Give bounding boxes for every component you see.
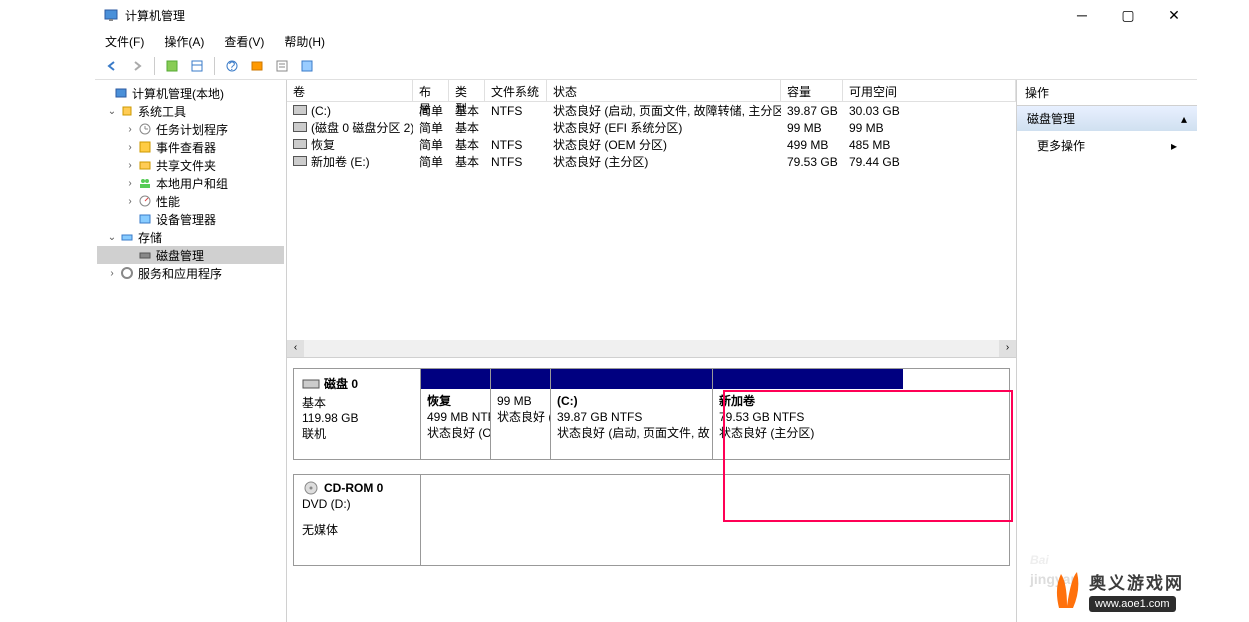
help-icon[interactable]: ? [221,55,243,77]
menu-help[interactable]: 帮助(H) [280,31,329,52]
partition[interactable]: (C:)39.87 GB NTFS状态良好 (启动, 页面文件, 故 [551,369,713,459]
volume-row[interactable]: (C:)简单基本NTFS状态良好 (启动, 页面文件, 故障转储, 主分区)39… [287,102,1016,119]
menubar: 文件(F) 操作(A) 查看(V) 帮助(H) [95,30,1197,52]
list-header: 卷 布局 类型 文件系统 状态 容量 可用空间 [287,80,1016,102]
volume-list: 卷 布局 类型 文件系统 状态 容量 可用空间 (C:)简单基本NTFS状态良好… [287,80,1016,358]
tree-storage[interactable]: ⌄存储 [97,228,284,246]
tree-sharedfolders[interactable]: ›共享文件夹 [97,156,284,174]
cdrom-empty [421,474,1010,566]
disk-view: 磁盘 0 基本 119.98 GB 联机 恢复499 MB NTFS状态良好 (… [287,358,1016,622]
svg-text:?: ? [229,59,236,73]
toolbar: ? [95,52,1197,80]
volume-row[interactable]: (磁盘 0 磁盘分区 2)简单基本状态良好 (EFI 系统分区)99 MB99 … [287,119,1016,136]
tree-performance[interactable]: ›性能 [97,192,284,210]
refresh-icon[interactable] [161,55,183,77]
horizontal-scrollbar[interactable]: ‹› [287,340,1016,357]
chevron-right-icon: ▸ [1171,139,1177,153]
window-title: 计算机管理 [125,7,1059,24]
collapse-icon: ▴ [1181,112,1187,126]
forward-button[interactable] [126,55,148,77]
maximize-button[interactable]: ▢ [1105,0,1151,30]
col-volume[interactable]: 卷 [287,80,413,101]
col-capacity[interactable]: 容量 [781,80,843,101]
col-status[interactable]: 状态 [547,80,781,101]
col-fs[interactable]: 文件系统 [485,80,547,101]
col-type[interactable]: 类型 [449,80,485,101]
partition[interactable]: 恢复499 MB NTFS状态良好 (OEM [421,369,491,459]
disk0-info[interactable]: 磁盘 0 基本 119.98 GB 联机 [293,368,421,460]
partition[interactable]: 99 MB状态良好 ( [491,369,551,459]
volume-row[interactable]: 新加卷 (E:)简单基本NTFS状态良好 (主分区)79.53 GB79.44 … [287,153,1016,170]
actions-section[interactable]: 磁盘管理▴ [1017,106,1197,131]
center-panel: 卷 布局 类型 文件系统 状态 容量 可用空间 (C:)简单基本NTFS状态良好… [287,80,1017,622]
disk0-section: 磁盘 0 基本 119.98 GB 联机 恢复499 MB NTFS状态良好 (… [293,368,1010,460]
actions-more[interactable]: 更多操作▸ [1017,131,1197,160]
col-layout[interactable]: 布局 [413,80,449,101]
tree-diskmgmt[interactable]: 磁盘管理 [97,246,284,264]
tree-devicemgr[interactable]: 设备管理器 [97,210,284,228]
app-icon [103,7,119,23]
list-icon[interactable] [271,55,293,77]
menu-view[interactable]: 查看(V) [220,31,268,52]
tree-panel: 计算机管理(本地) ⌄系统工具 ›任务计划程序 ›事件查看器 ›共享文件夹 ›本… [95,80,287,622]
tree-eventviewer[interactable]: ›事件查看器 [97,138,284,156]
volume-row[interactable]: 恢复简单基本NTFS状态良好 (OEM 分区)499 MB485 MB [287,136,1016,153]
menu-file[interactable]: 文件(F) [101,31,148,52]
tree-services[interactable]: ›服务和应用程序 [97,264,284,282]
tree-root[interactable]: 计算机管理(本地) [97,84,284,102]
tree-systools[interactable]: ⌄系统工具 [97,102,284,120]
titlebar: 计算机管理 ─ ▢ ✕ [95,0,1197,30]
partition[interactable]: 新加卷79.53 GB NTFS状态良好 (主分区) [713,369,903,459]
detail-icon[interactable] [296,55,318,77]
view-icon[interactable] [186,55,208,77]
tree-scheduler[interactable]: ›任务计划程序 [97,120,284,138]
close-button[interactable]: ✕ [1151,0,1197,30]
menu-action[interactable]: 操作(A) [160,31,208,52]
action-icon[interactable] [246,55,268,77]
minimize-button[interactable]: ─ [1059,0,1105,30]
actions-header: 操作 [1017,80,1197,106]
col-free[interactable]: 可用空间 [843,80,1016,101]
actions-panel: 操作 磁盘管理▴ 更多操作▸ [1017,80,1197,622]
cdrom-section: CD-ROM 0 DVD (D:) 无媒体 [293,474,1010,566]
back-button[interactable] [101,55,123,77]
cdrom-info[interactable]: CD-ROM 0 DVD (D:) 无媒体 [293,474,421,566]
tree-localusers[interactable]: ›本地用户和组 [97,174,284,192]
